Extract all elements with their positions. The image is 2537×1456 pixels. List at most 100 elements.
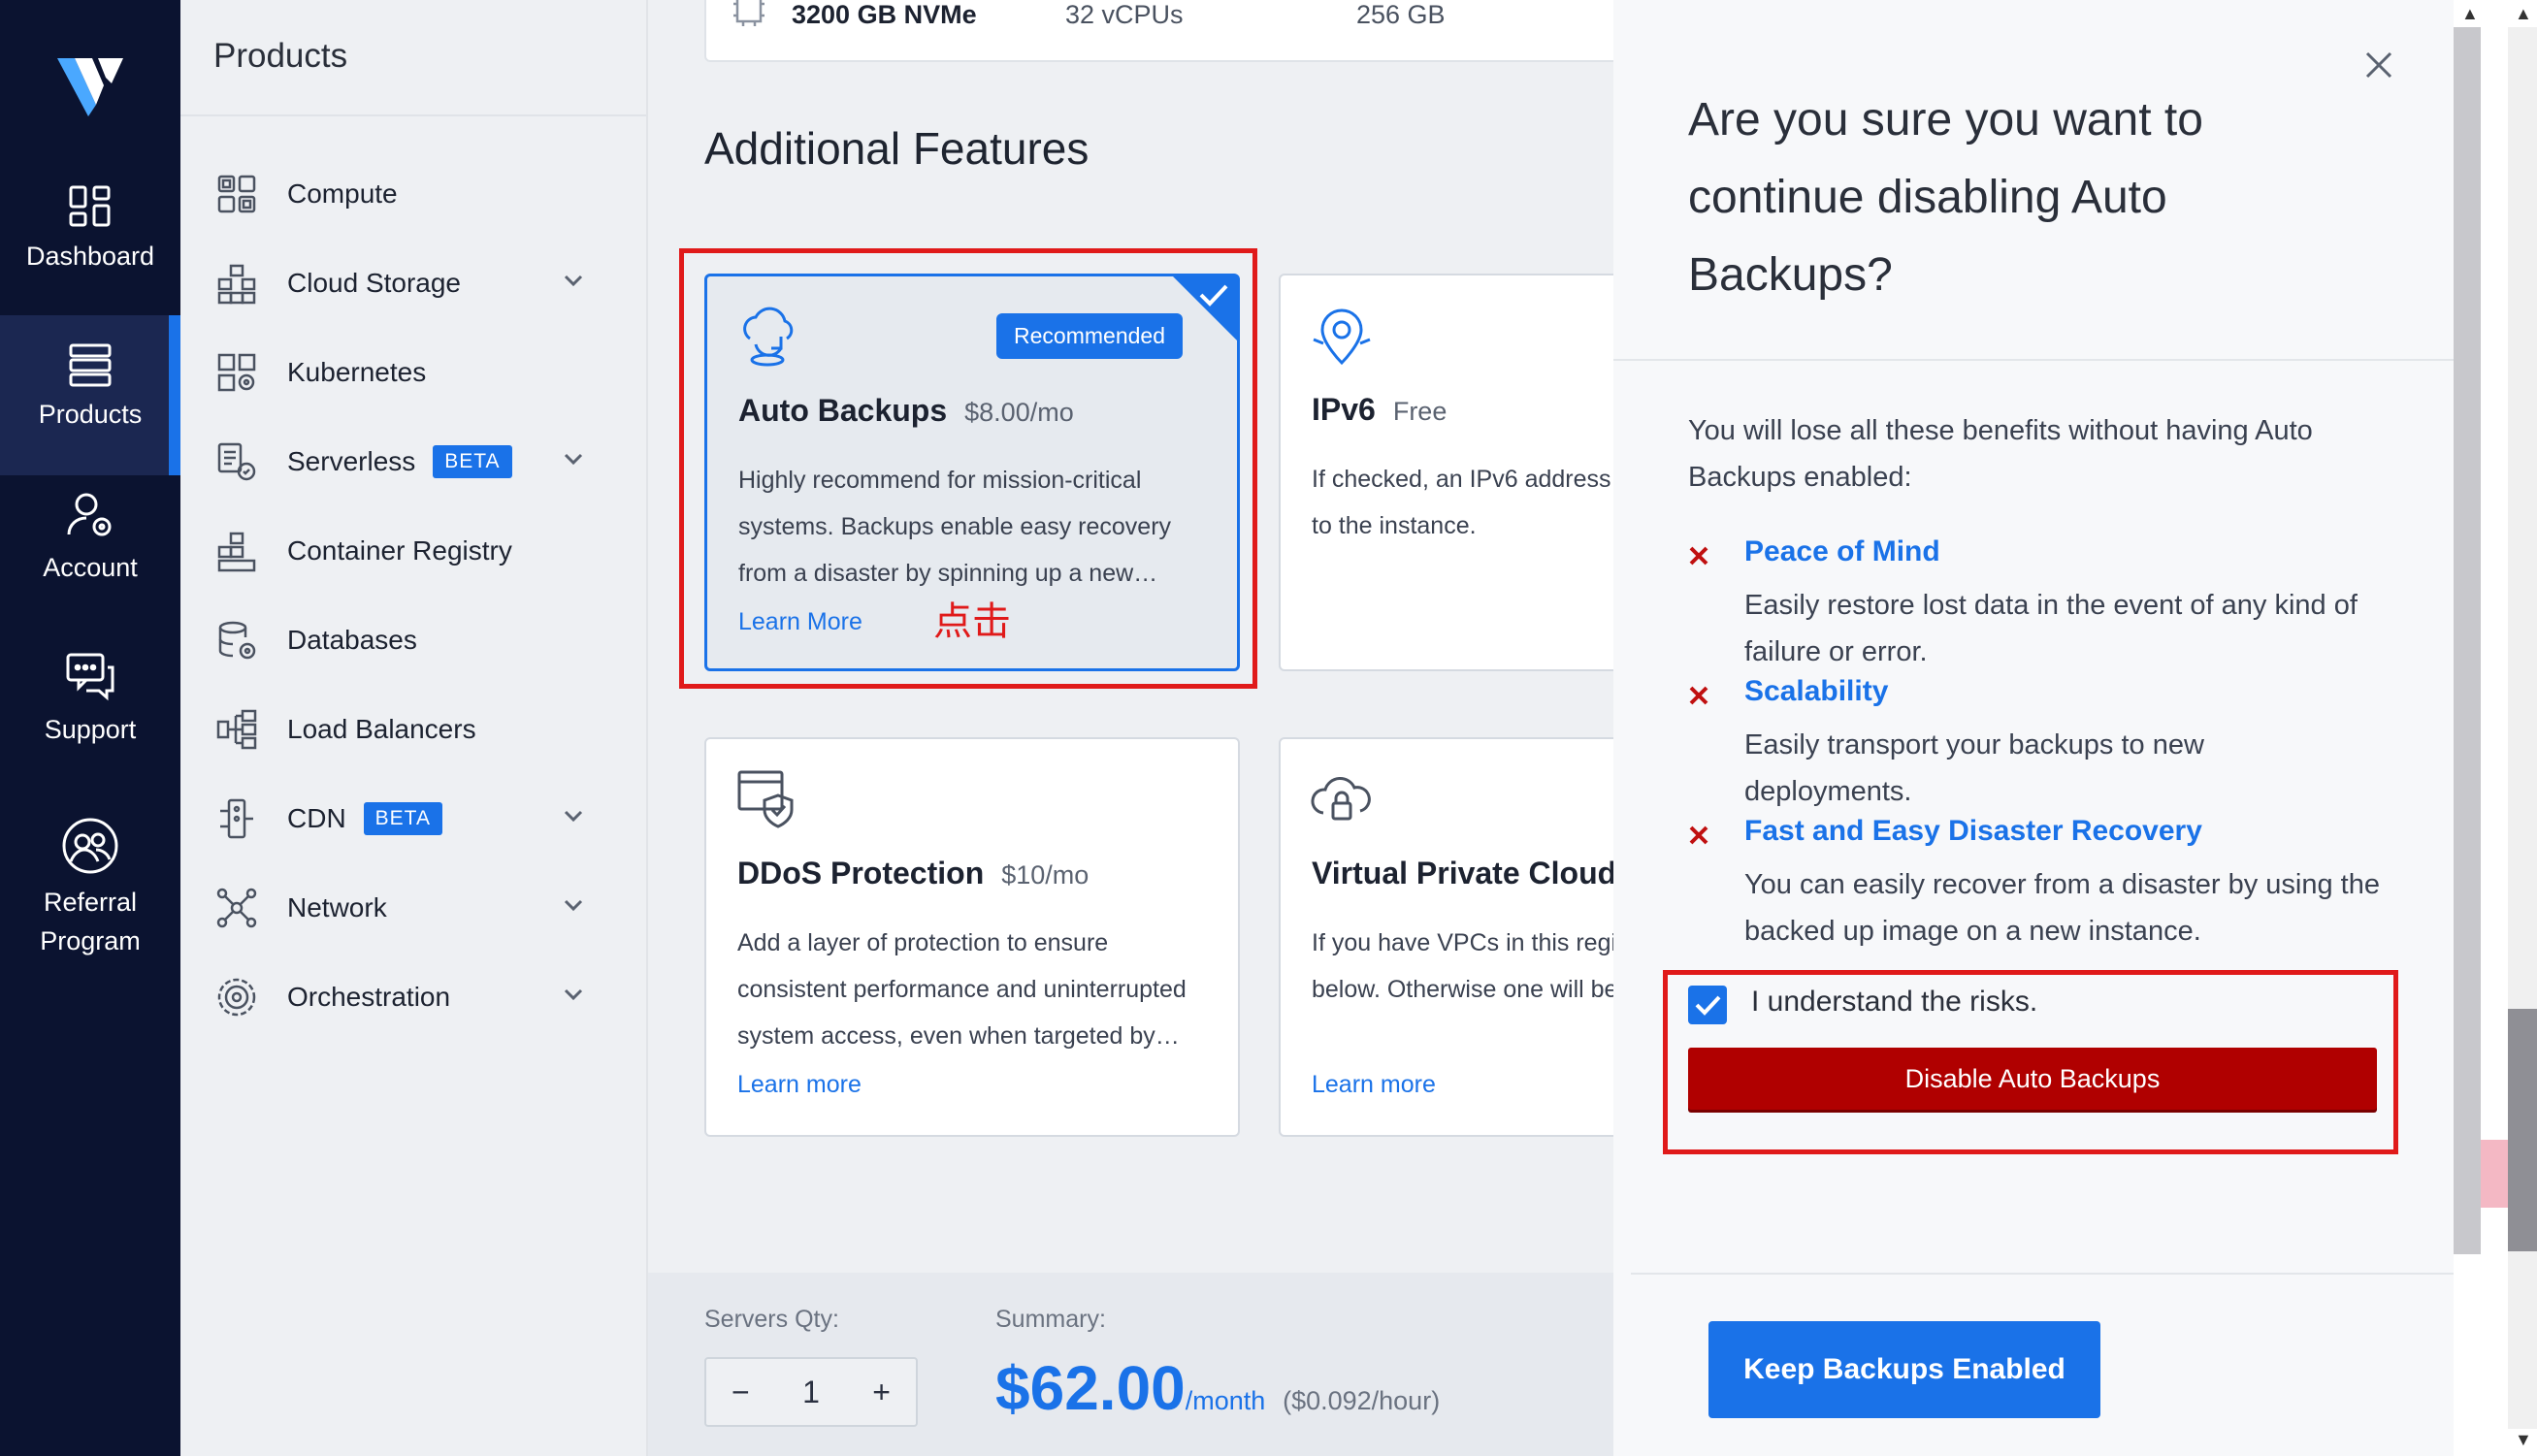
decrement-button[interactable]: − <box>732 1375 750 1410</box>
plan-cpu: 32 vCPUs <box>1065 0 1184 29</box>
qty-label: Servers Qty: <box>704 1306 839 1333</box>
annotation-click-label: 点击 <box>933 600 1011 643</box>
sidebar-item-kubernetes[interactable]: Kubernetes <box>215 345 623 400</box>
registry-icon <box>217 532 256 572</box>
close-icon[interactable] <box>2364 50 2393 80</box>
increment-button[interactable]: + <box>872 1375 891 1410</box>
rail-dashboard[interactable]: Dashboard <box>0 184 180 310</box>
rail-account[interactable]: Account <box>0 490 180 616</box>
chevron-down-icon[interactable] <box>563 274 584 287</box>
referral-icon <box>62 818 118 874</box>
drawer-footer-divider <box>1631 1273 2454 1275</box>
grid-icon <box>69 185 111 227</box>
sidebar-item-compute[interactable]: Compute <box>215 167 623 221</box>
orchestration-icon <box>217 978 256 1017</box>
total-price: $62.00 <box>995 1353 1186 1423</box>
chevron-down-icon[interactable] <box>563 809 584 823</box>
servers-icon <box>69 343 112 387</box>
sidebar-item-label: Compute <box>287 178 398 209</box>
rail-products[interactable]: Products <box>0 315 180 475</box>
kubernetes-icon <box>217 353 256 392</box>
sidebar-item-load-balancers[interactable]: Load Balancers <box>215 702 623 757</box>
plan-card[interactable]: 3200 GB NVMe 32 vCPUs 256 GB 32 <box>704 0 1613 62</box>
x-mark-icon <box>1689 825 1708 845</box>
rail-support[interactable]: Support <box>0 652 180 778</box>
learn-more-link[interactable]: Learn more <box>1312 1071 1436 1099</box>
benefit-desc: Easily transport your backups to new dep… <box>1744 729 2204 807</box>
page-scrollbar-thumb[interactable] <box>2508 1009 2537 1251</box>
chip-icon <box>733 0 764 26</box>
sidebar-item-cdn[interactable]: CDN BETA <box>215 792 623 846</box>
rail-account-label: Account <box>43 553 138 582</box>
sidebar-item-label: Kubernetes <box>287 357 427 387</box>
summary-label: Summary: <box>995 1306 1106 1333</box>
sidebar-item-cloud-storage[interactable]: Cloud Storage <box>215 256 623 310</box>
chat-icon <box>66 653 114 701</box>
sidebar-item-label: Orchestration <box>287 982 451 1012</box>
products-sidebar: Products Compute Cloud Storage Kubernete… <box>180 0 648 1456</box>
chevron-down-icon[interactable] <box>563 898 584 912</box>
sidebar-item-label: Load Balancers <box>287 714 476 744</box>
card-price: $10/mo <box>1001 860 1090 890</box>
sidebar-item-databases[interactable]: Databases <box>215 613 623 667</box>
vultr-logo[interactable] <box>53 49 127 122</box>
learn-more-link[interactable]: Learn more <box>737 1071 862 1099</box>
plan-memory: 256 GB <box>1356 0 1446 29</box>
card-description: If you have VPCs in this region, select … <box>1312 929 1613 1003</box>
sidebar-item-container-registry[interactable]: Container Registry <box>215 524 623 578</box>
per-hour: ($0.092/hour) <box>1283 1386 1441 1415</box>
cloud-lock-icon <box>1311 777 1371 821</box>
card-title: IPv6 <box>1312 392 1376 427</box>
scroll-up-icon[interactable]: ▲ <box>2461 4 2479 24</box>
drawer-divider <box>1613 359 2454 361</box>
user-gear-icon <box>67 493 112 536</box>
compute-icon <box>217 175 256 213</box>
beta-badge: BETA <box>363 802 442 835</box>
chevron-down-icon[interactable] <box>563 987 584 1001</box>
scrollbar-marker <box>2481 1140 2508 1208</box>
shield-window-icon <box>737 770 794 828</box>
summary-total: $62.00/month ($0.092/hour) <box>995 1352 1440 1424</box>
feature-card-ipv6[interactable]: IPv6 Free If checked, an IPv6 address wil… <box>1279 274 1613 671</box>
sidebar-item-network[interactable]: Network <box>215 881 623 935</box>
rail-products-label: Products <box>38 400 143 429</box>
card-description: Add a layer of protection to ensure cons… <box>737 929 1187 1050</box>
plan-storage: 3200 GB NVMe <box>792 0 977 29</box>
benefit-title: Fast and Easy Disaster Recovery <box>1744 815 2202 847</box>
section-title: Additional Features <box>704 123 1090 174</box>
quantity-value[interactable]: 1 <box>802 1375 820 1410</box>
card-title: DDoS Protection <box>737 856 985 890</box>
beta-badge: BETA <box>433 445 512 478</box>
chevron-down-icon[interactable] <box>563 452 584 466</box>
network-icon <box>216 888 257 928</box>
card-title: Virtual Private Cloud <box>1312 856 1613 890</box>
load-balancer-icon <box>216 709 257 750</box>
sidebar-divider <box>180 114 646 116</box>
feature-card-ddos[interactable]: DDoS Protection $10/mo Add a layer of pro… <box>704 737 1240 1137</box>
sidebar-item-label: Serverless <box>287 446 416 476</box>
database-icon <box>218 621 256 660</box>
x-mark-icon <box>1689 546 1708 566</box>
scroll-down-icon[interactable]: ▼ <box>2515 1430 2532 1450</box>
rail-referral[interactable]: Referral Program <box>0 817 180 982</box>
benefit-desc: Easily restore lost data in the event of… <box>1744 590 2358 667</box>
rail-referral-label: Referral Program <box>40 888 141 955</box>
sidebar-item-label: CDN <box>287 803 346 833</box>
benefit-title: Scalability <box>1744 675 1889 707</box>
benefit-desc: You can easily recover from a disaster b… <box>1744 869 2380 947</box>
storage-icon <box>217 264 256 305</box>
per-month: /month <box>1185 1386 1266 1415</box>
drawer-scrollbar-track[interactable] <box>2454 27 2481 1254</box>
drawer-intro: You will lose all these benefits without… <box>1688 415 2313 493</box>
main-navigation-rail: Dashboard Products Account Support Refer… <box>0 0 180 1456</box>
cdn-icon <box>220 798 253 839</box>
sidebar-item-serverless[interactable]: Serverless BETA <box>215 435 623 489</box>
sidebar-item-orchestration[interactable]: Orchestration <box>215 970 623 1024</box>
disable-backups-drawer: Are you sure you want to continue disabl… <box>1613 0 2454 1456</box>
order-footer: Servers Qty: − 1 + Summary: $62.00/month… <box>648 1273 1613 1456</box>
feature-card-vpc[interactable]: Virtual Private Cloud If you have VPCs i… <box>1279 737 1613 1137</box>
rail-dashboard-label: Dashboard <box>25 242 155 271</box>
keep-backups-button[interactable]: Keep Backups Enabled <box>1708 1321 2100 1418</box>
scroll-up-icon[interactable]: ▲ <box>2515 4 2532 24</box>
x-mark-icon <box>1689 686 1708 705</box>
